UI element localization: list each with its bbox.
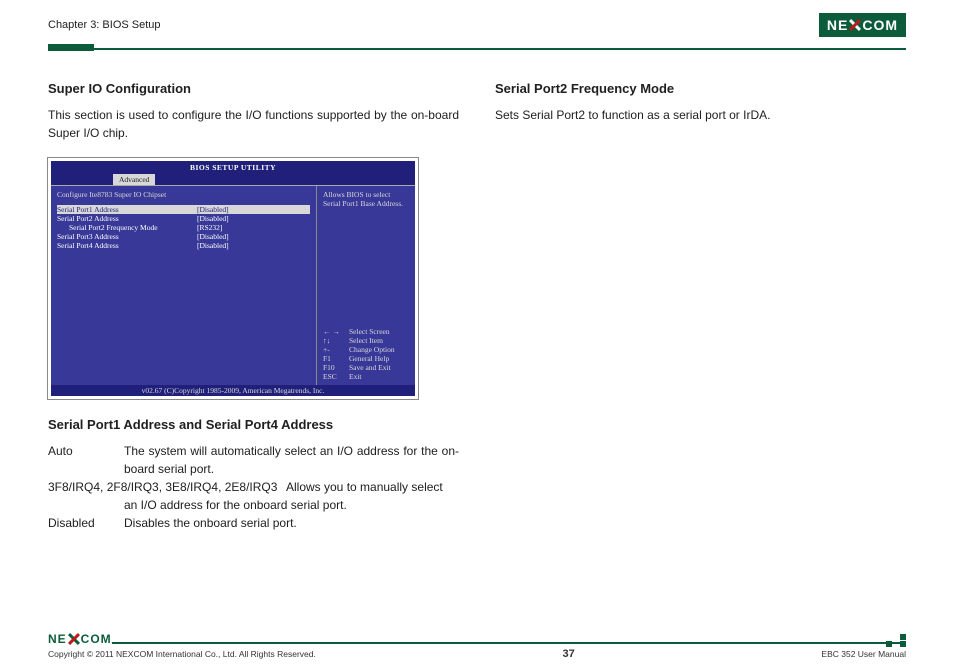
superio-intro: This section is used to configure the I/… [48,106,459,142]
logo-text-pre: NE [827,17,848,33]
bios-key-desc: Change Option [349,345,395,354]
bios-copyright: v02.67 (C)Copyright 1985-2009, American … [51,385,415,396]
bios-key-row: F10Save and Exit [323,363,409,372]
bios-config-value: [RS232] [197,223,222,232]
bios-key: F10 [323,363,349,372]
option-disabled-key: Disabled [48,514,124,532]
option-manual-key: 3F8/IRQ4, 2F8/IRQ3, 3E8/IRQ4, 2E8/IRQ3 [48,478,286,496]
section-heading-serial-address: Serial Port1 Address and Serial Port4 Ad… [48,417,459,432]
footer-copyright: Copyright © 2011 NEXCOM International Co… [48,649,316,659]
bios-title: BIOS SETUP UTILITY [51,161,415,174]
bios-key-row: ESCExit [323,372,409,381]
footer-doc-title: EBC 352 User Manual [821,649,906,659]
bios-key-row: ← →Select Screen [323,327,409,336]
footer-rule: NE COM [48,638,906,646]
chapter-label: Chapter 3: BIOS Setup [48,19,161,31]
bios-key-row: ↑↓Select Item [323,336,409,345]
section-heading-freq-mode: Serial Port2 Frequency Mode [495,81,906,96]
bios-config-label: Serial Port1 Address [57,205,197,214]
bios-key: ↑↓ [323,336,349,345]
bios-config-row: Serial Port4 Address[Disabled] [57,241,310,250]
logo-x-icon [849,19,861,31]
bios-key-legend: ← →Select Screen↑↓Select Item+-Change Op… [323,327,409,381]
header-rule [48,44,906,51]
bios-config-row: Serial Port2 Frequency Mode[RS232] [57,223,310,232]
bios-key-row: F1General Help [323,354,409,363]
freq-mode-intro: Sets Serial Port2 to function as a seria… [495,106,906,124]
logo-text-post: COM [862,17,898,33]
option-auto-key: Auto [48,442,124,478]
bios-key-row: +-Change Option [323,345,409,354]
bios-screenshot: BIOS SETUP UTILITY Advanced Configure It… [48,158,418,399]
bios-key-desc: Save and Exit [349,363,391,372]
brand-logo: NE COM [819,13,906,37]
bios-key-desc: Select Item [349,336,383,345]
bios-tab-row: Advanced [51,174,415,185]
bios-key: ESC [323,372,349,381]
bios-key: F1 [323,354,349,363]
footer-logo: NE COM [48,632,112,646]
bios-help-text: Allows BIOS to select Serial Port1 Base … [323,190,409,327]
bios-key-desc: Exit [349,372,362,381]
bios-config-row: Serial Port2 Address[Disabled] [57,214,310,223]
bios-key: +- [323,345,349,354]
bios-config-value: [Disabled] [197,214,229,223]
bios-chipset-heading: Configure Ite8783 Super IO Chipset [57,190,310,199]
bios-key: ← → [323,327,349,336]
bios-config-label: Serial Port4 Address [57,241,197,250]
bios-config-row: Serial Port1 Address[Disabled] [57,205,310,214]
bios-main-panel: Configure Ite8783 Super IO Chipset Seria… [51,186,317,385]
bios-side-panel: Allows BIOS to select Serial Port1 Base … [317,186,415,385]
bios-tab-advanced: Advanced [113,174,155,185]
bios-config-value: [Disabled] [197,241,229,250]
bios-config-value: [Disabled] [197,205,229,214]
option-manual-desc-line1: Allows you to manually select [286,478,459,496]
bios-key-desc: General Help [349,354,389,363]
bios-config-label: Serial Port3 Address [57,232,197,241]
page-number: 37 [563,648,575,660]
bios-config-label: Serial Port2 Address [57,214,197,223]
option-manual-desc-line2: an I/O address for the onboard serial po… [48,496,459,514]
option-disabled-desc: Disables the onboard serial port. [124,514,459,532]
option-auto-desc: The system will automatically select an … [124,442,459,478]
bios-config-value: [Disabled] [197,232,229,241]
logo-x-icon [68,633,80,645]
bios-config-row: Serial Port3 Address[Disabled] [57,232,310,241]
section-heading-superio: Super IO Configuration [48,81,459,96]
corner-squares-icon [886,634,906,647]
bios-config-label: Serial Port2 Frequency Mode [57,223,197,232]
bios-key-desc: Select Screen [349,327,390,336]
